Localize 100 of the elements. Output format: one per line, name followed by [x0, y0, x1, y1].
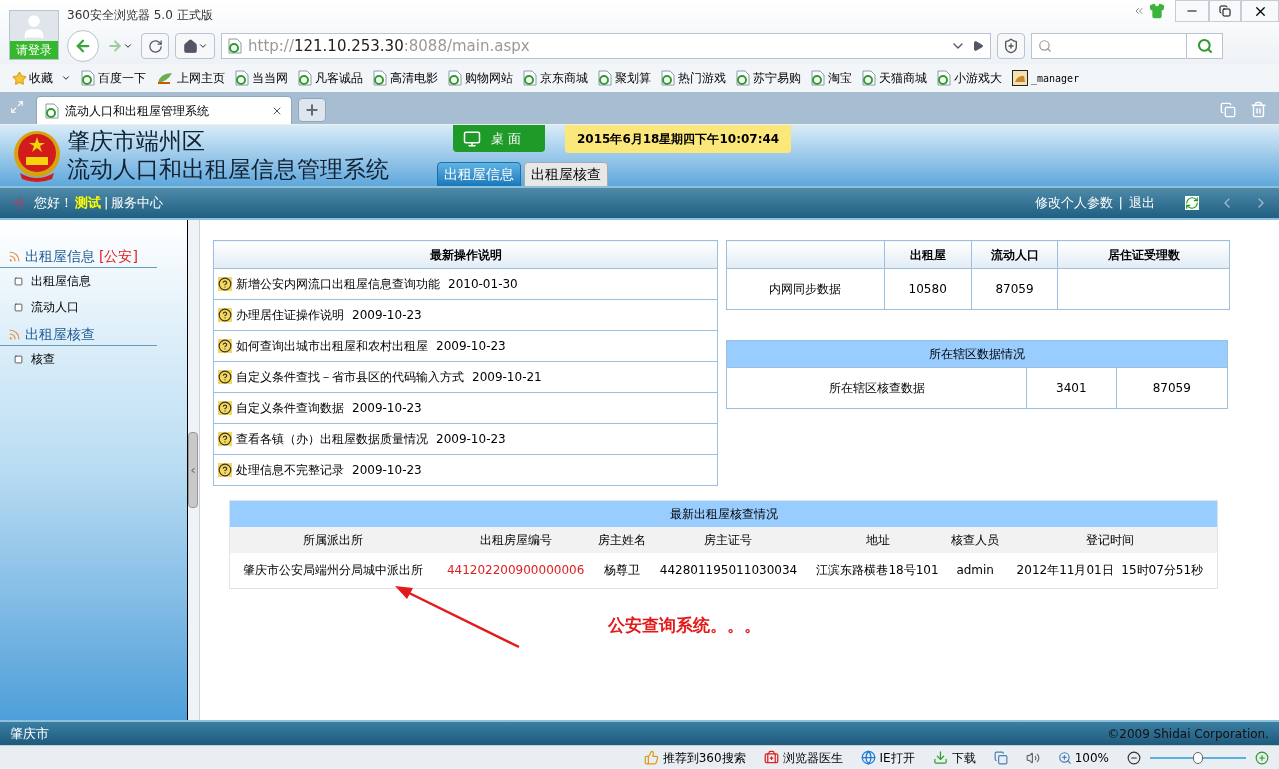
- sidebar-item[interactable]: 流动人口: [31, 298, 79, 316]
- guide-link[interactable]: 办理居住证操作说明: [236, 306, 344, 324]
- sidebar-group-title[interactable]: 出租屋信息: [25, 246, 95, 267]
- guide-link[interactable]: 新增公安内网流口出租屋信息查询功能: [236, 275, 440, 293]
- column-header: 居住证受理数: [1057, 240, 1230, 269]
- guide-link[interactable]: 如何查询出城市出租屋和农村出租屋: [236, 337, 428, 355]
- table-cell: 肇庆市公安局端州分局城中派出所: [229, 552, 437, 589]
- browser-tab[interactable]: 流动人口和出租屋管理系统: [36, 96, 292, 124]
- home-icon: [182, 38, 198, 54]
- bookmark-link[interactable]: 淘宝: [811, 69, 852, 87]
- logout-link[interactable]: 退出: [1129, 193, 1155, 213]
- bullet-icon: [14, 354, 23, 364]
- column-header: 登记时间: [1002, 526, 1218, 553]
- help-icon: [218, 370, 232, 384]
- windows-icon[interactable]: [1220, 101, 1236, 118]
- bookmark-link[interactable]: 购物网站: [448, 69, 513, 87]
- greeting: 您好！: [34, 194, 73, 213]
- window-title: 360安全浏览器 5.0 正式版: [67, 7, 213, 24]
- slider-thumb[interactable]: [1193, 751, 1203, 764]
- table-header: 最新操作说明: [213, 240, 718, 269]
- trash-icon[interactable]: [1250, 101, 1267, 118]
- separator: |: [1118, 194, 1123, 213]
- minimize-button[interactable]: [1175, 0, 1209, 22]
- bookmark-link[interactable]: 小游戏大: [937, 69, 1002, 87]
- guide-link[interactable]: 处理信息不完整记录: [236, 461, 344, 479]
- windows-icon[interactable]: [993, 750, 1008, 765]
- column-header: 出租屋: [884, 240, 972, 269]
- plus-icon: [304, 102, 320, 118]
- new-tab-button[interactable]: [298, 98, 326, 122]
- guide-date: 2010-01-30: [448, 276, 518, 293]
- sidebar-item[interactable]: 核查: [31, 350, 55, 368]
- bookmark-link[interactable]: 京东商城: [523, 69, 588, 87]
- address-bar[interactable]: http://121.10.253.30:8088/main.aspx: [221, 33, 991, 59]
- settings-link[interactable]: 修改个人参数: [1034, 193, 1113, 213]
- monitor-icon: [463, 129, 481, 148]
- volume-icon[interactable]: [1025, 750, 1040, 765]
- go-icon[interactable]: [972, 40, 984, 52]
- annotation-text: 公安查询系统。。。: [608, 614, 761, 637]
- user-name: 测试: [75, 194, 101, 213]
- guide-link[interactable]: 自定义条件查找－省市县区的代码输入方式: [236, 368, 464, 386]
- sidebar-group-title[interactable]: 出租屋核查: [25, 324, 95, 345]
- restore-button[interactable]: [1209, 0, 1241, 22]
- forward-arrow-icon: [107, 38, 123, 54]
- table-cell: 442801195011030034: [649, 552, 808, 589]
- refresh-button[interactable]: [141, 33, 169, 59]
- status-bar-button[interactable]: IE打开: [860, 748, 915, 767]
- home-button[interactable]: [175, 33, 215, 59]
- help-icon: [218, 463, 232, 477]
- guide-link[interactable]: 查看各镇（办）出租屋数据质量情况: [236, 430, 428, 448]
- search-icon: [1196, 38, 1213, 54]
- sidebar-toggle-icon[interactable]: [10, 100, 24, 114]
- desktop-button[interactable]: 桌 面: [453, 125, 545, 152]
- back-button[interactable]: [67, 30, 99, 62]
- zoom-button[interactable]: 100%: [1057, 748, 1109, 767]
- bookmark-link[interactable]: 苏宁易购: [736, 69, 801, 87]
- module-tab[interactable]: 出租屋核查: [524, 162, 608, 187]
- search-field[interactable]: [1031, 33, 1223, 59]
- close-button[interactable]: [1241, 0, 1279, 22]
- bookmark-link[interactable]: 高清电影: [373, 69, 438, 87]
- status-bar-button[interactable]: 浏览器医生: [763, 748, 843, 767]
- guide-date: 2009-10-23: [436, 338, 506, 355]
- service-center-link[interactable]: 服务中心: [111, 193, 164, 213]
- refresh-icon[interactable]: [1185, 196, 1199, 210]
- bullet-icon: [14, 276, 23, 286]
- star-icon: [12, 70, 27, 86]
- table-cell[interactable]: 441202200900000006: [436, 552, 595, 589]
- table-cell: 3401: [1026, 367, 1117, 409]
- table-cell: 10580: [884, 268, 972, 310]
- column-header: 流动人口: [971, 240, 1058, 269]
- page-icon: [862, 70, 876, 86]
- bookmark-link[interactable]: 百度一下: [81, 69, 146, 87]
- bookmark-link[interactable]: _manager: [1012, 70, 1080, 86]
- guide-link[interactable]: 自定义条件查询数据: [236, 399, 344, 417]
- status-bar-button[interactable]: 推荐到360搜索: [643, 748, 746, 767]
- bookmark-link[interactable]: 热门游戏: [661, 69, 726, 87]
- globe-icon: [860, 750, 876, 765]
- medical-kit-icon: [763, 750, 779, 765]
- app-subtitle: 流动人口和出租屋信息管理系统: [67, 155, 389, 183]
- security-button[interactable]: [997, 33, 1025, 59]
- page-icon: [448, 70, 462, 86]
- bookmark-link[interactable]: 聚划算: [598, 69, 651, 87]
- bookmark-link[interactable]: 天猫商城: [862, 69, 927, 87]
- shield-icon: [1003, 38, 1019, 54]
- bookmark-link[interactable]: 上网主页: [156, 69, 225, 87]
- shirt-icon[interactable]: [1149, 3, 1165, 19]
- rss-icon: [8, 328, 21, 341]
- status-bar-button[interactable]: 下载: [932, 748, 976, 767]
- collapse-icon[interactable]: [1133, 5, 1145, 17]
- zoom-in-icon[interactable]: [1255, 750, 1269, 765]
- leaf-icon: [156, 71, 174, 85]
- bookmark-link[interactable]: 当当网: [235, 69, 288, 87]
- favorites-button[interactable]: 收藏: [12, 69, 71, 87]
- splitter-handle[interactable]: [188, 432, 198, 508]
- zoom-out-icon[interactable]: [1127, 750, 1141, 765]
- help-icon: [218, 277, 232, 291]
- sidebar-item[interactable]: 出租屋信息: [31, 272, 91, 290]
- help-icon: [218, 432, 232, 446]
- app-title: 肇庆市端州区: [67, 127, 206, 155]
- bookmark-link[interactable]: 凡客诚品: [298, 69, 363, 87]
- table-cell: 87059: [1116, 367, 1228, 409]
